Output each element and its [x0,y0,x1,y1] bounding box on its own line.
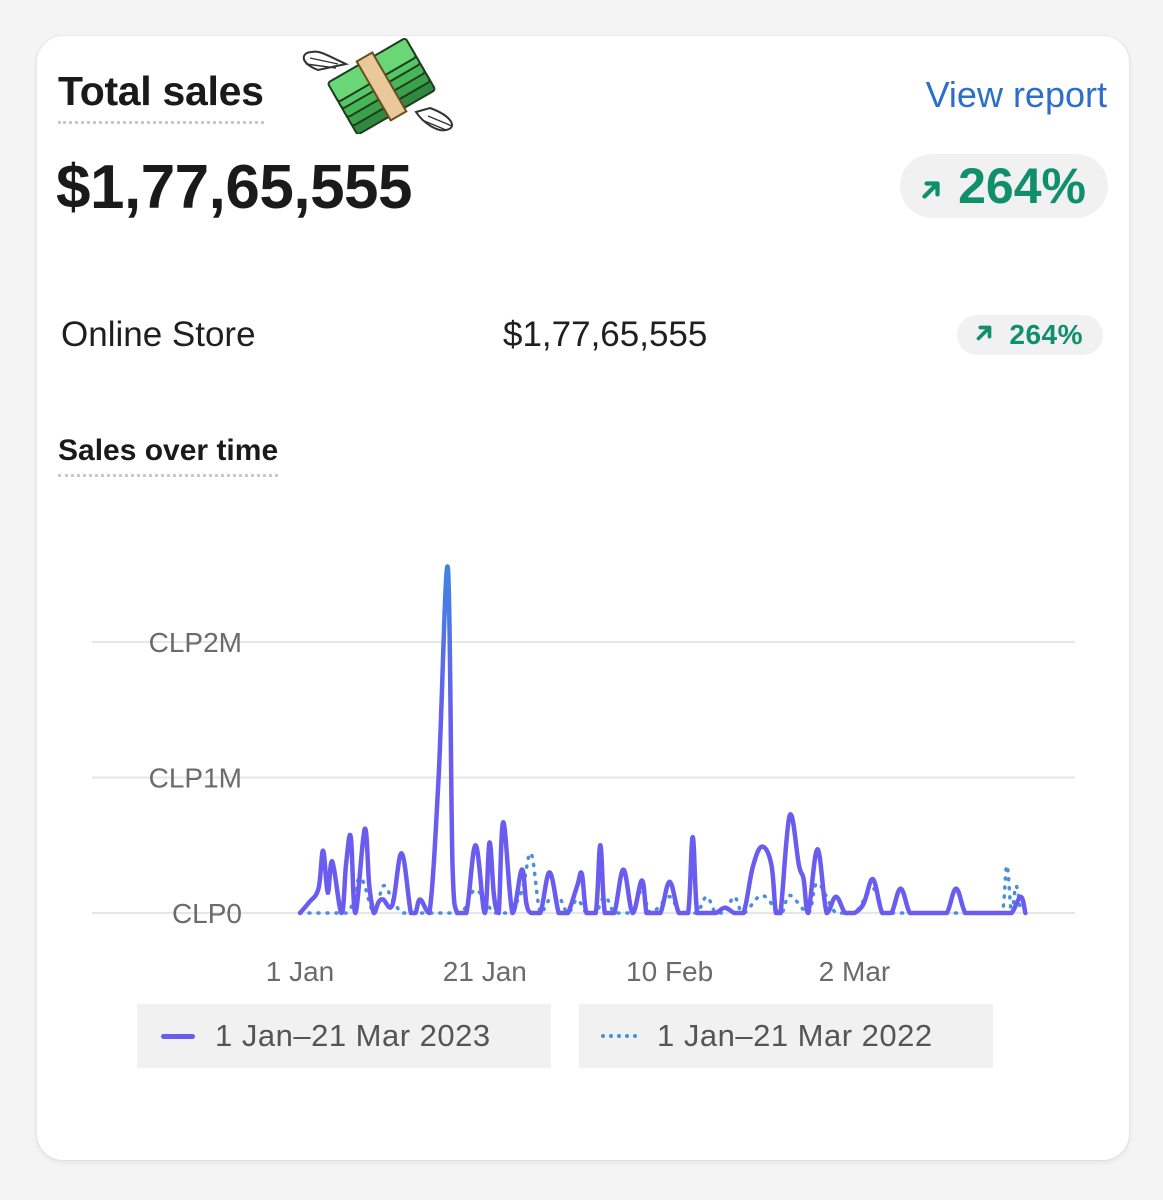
legend-label-current: 1 Jan–21 Mar 2023 [215,1018,491,1053]
x-tick-label: 21 Jan [443,956,527,987]
x-tick-label: 1 Jan [266,956,335,987]
y-tick-label: CLP2M [149,627,242,658]
legend-item-previous[interactable]: 1 Jan–21 Mar 2022 [579,1004,993,1068]
sales-over-time-chart: CLP0 CLP1M CLP2M 1 Jan 21 Jan 10 Feb 2 Mar [92,564,1075,987]
x-tick-label: 10 Feb [626,956,713,987]
y-tick-label: CLP1M [149,763,242,794]
legend-swatch-dotted [601,1034,637,1038]
legend-item-current[interactable]: 1 Jan–21 Mar 2023 [137,1004,551,1068]
x-tick-label: 2 Mar [819,956,891,987]
legend-label-previous: 1 Jan–21 Mar 2022 [657,1018,933,1053]
legend-swatch-solid [161,1033,195,1039]
series-line-current [297,564,1028,916]
y-tick-label: CLP0 [172,898,242,929]
